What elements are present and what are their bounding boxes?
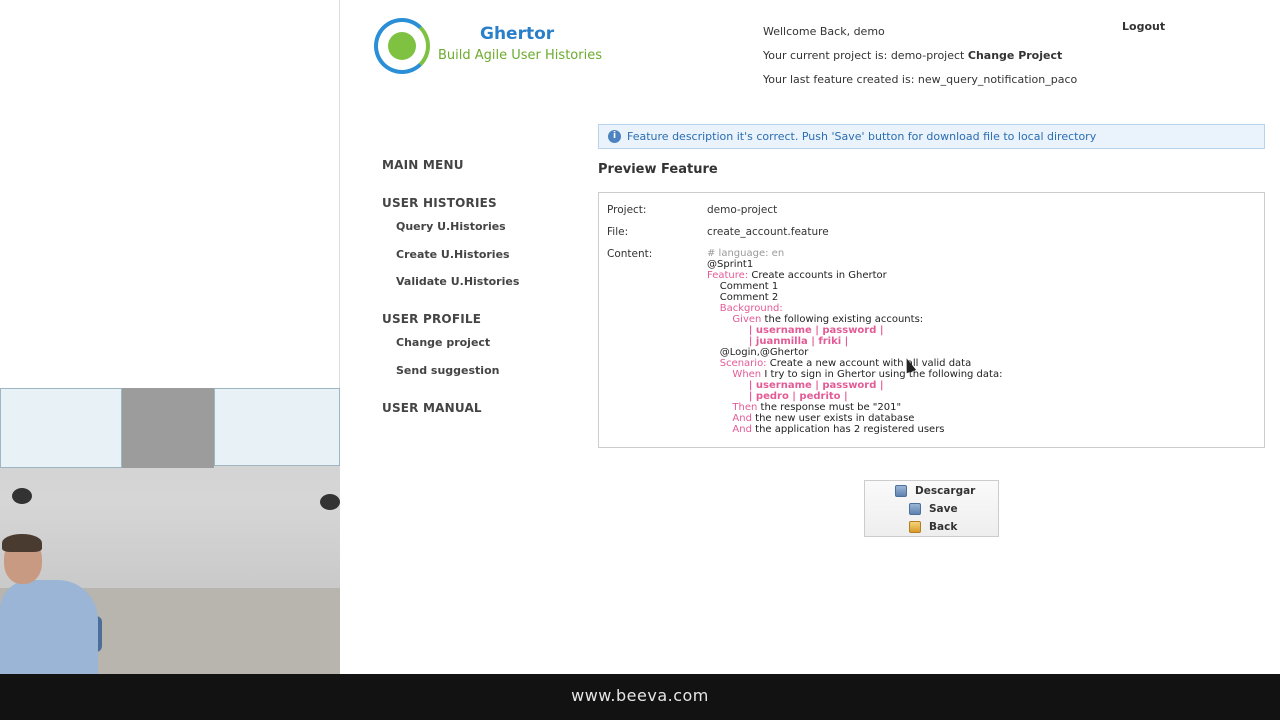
room-screen-right xyxy=(214,388,340,466)
content-line: Create accounts in Ghertor xyxy=(748,270,887,281)
presenter-hair xyxy=(2,534,42,552)
content-table-row: | username | password | xyxy=(707,380,884,391)
content-table-row: | username | password | xyxy=(707,325,884,336)
content-keyword: Background: xyxy=(707,303,783,314)
preview-panel: Project: demo-project File: create_accou… xyxy=(598,192,1265,448)
menu-user-histories[interactable]: USER HISTORIES xyxy=(382,196,497,210)
presenter-body xyxy=(0,580,98,674)
last-feature: Your last feature created is: new_query_… xyxy=(763,73,1078,86)
presenter xyxy=(0,534,100,674)
project-value: demo-project xyxy=(707,204,778,216)
camera-icon xyxy=(12,488,32,504)
content-label: Content: xyxy=(607,248,653,260)
screen: Ghertor Build Agile User Histories Wellc… xyxy=(0,0,1280,720)
content-line: # language: en xyxy=(707,248,785,259)
menu-item-create-histories[interactable]: Create U.Histories xyxy=(382,248,510,261)
footer-bar: www.beeva.com xyxy=(0,674,1280,720)
room-wall xyxy=(122,388,214,468)
current-project: Your current project is: demo-project Ch… xyxy=(763,44,1077,68)
actions-panel: Descargar Save Back xyxy=(864,480,999,537)
content-keyword: Scenario: xyxy=(707,358,767,369)
download-label: Descargar xyxy=(915,485,976,497)
content-line: I try to sign in Ghertor using the follo… xyxy=(761,369,1003,380)
welcome-text: Wellcome Back, demo xyxy=(763,25,885,38)
save-button[interactable]: Save xyxy=(909,503,958,515)
content-line: Create a new account with all valid data xyxy=(766,358,972,369)
content-keyword: Then xyxy=(707,402,758,413)
file-value: create_account.feature xyxy=(707,226,829,238)
back-label: Back xyxy=(929,521,958,533)
change-project-link[interactable]: Change Project xyxy=(968,49,1062,62)
presenter-video xyxy=(0,388,340,674)
content-line: the response must be "201" xyxy=(757,402,902,413)
menu-item-send-suggestion[interactable]: Send suggestion xyxy=(382,364,499,377)
content-table-row: | juanmilla | friki | xyxy=(707,336,849,347)
content-keyword: Feature: xyxy=(707,270,749,281)
info-notice: i Feature description it's correct. Push… xyxy=(598,124,1265,149)
content-keyword: And xyxy=(707,413,752,424)
room-screen-left xyxy=(0,388,122,468)
user-info: Wellcome Back, demo Your current project… xyxy=(763,20,1077,92)
content-line: @Sprint1 xyxy=(707,259,754,270)
content-line: the new user exists in database xyxy=(751,413,915,424)
logout-link[interactable]: Logout xyxy=(1122,20,1165,33)
video-feed-panel xyxy=(0,0,340,674)
content-keyword: Given xyxy=(707,314,762,325)
disk-icon xyxy=(895,485,907,497)
menu-item-query-histories[interactable]: Query U.Histories xyxy=(382,220,506,233)
menu-item-change-project[interactable]: Change project xyxy=(382,336,490,349)
disk-icon xyxy=(909,503,921,515)
video-blank-area xyxy=(0,0,340,388)
menu-user-profile[interactable]: USER PROFILE xyxy=(382,312,481,326)
save-label: Save xyxy=(929,503,958,515)
camera-icon xyxy=(320,494,340,510)
back-icon xyxy=(909,521,921,533)
logo-leaf-icon xyxy=(388,32,416,60)
back-button[interactable]: Back xyxy=(909,521,957,533)
content-keyword: When xyxy=(707,369,762,380)
info-icon: i xyxy=(608,130,621,143)
web-page: Ghertor Build Agile User Histories Wellc… xyxy=(340,0,1280,674)
menu-main[interactable]: MAIN MENU xyxy=(382,158,464,172)
content-line: Comment 2 xyxy=(707,292,779,303)
download-button[interactable]: Descargar xyxy=(895,485,975,497)
feature-content: # language: en @Sprint1 Feature: Create … xyxy=(707,248,1002,435)
logo-subtitle: Build Agile User Histories xyxy=(438,48,602,63)
ghertor-logo[interactable]: Ghertor Build Agile User Histories xyxy=(374,18,602,78)
logo-title: Ghertor xyxy=(480,24,555,44)
content-line: the following existing accounts: xyxy=(761,314,924,325)
notice-text: Feature description it's correct. Push '… xyxy=(627,130,1097,143)
content-keyword: And xyxy=(707,424,752,435)
preview-title: Preview Feature xyxy=(598,162,718,177)
project-label: Project: xyxy=(607,204,647,216)
footer-site: www.beeva.com xyxy=(571,686,709,705)
content-line: the application has 2 registered users xyxy=(751,424,945,435)
content-line: @Login,@Ghertor xyxy=(707,347,809,358)
content-table-row: | pedro | pedrito | xyxy=(707,391,848,402)
content-line: Comment 1 xyxy=(707,281,779,292)
menu-item-validate-histories[interactable]: Validate U.Histories xyxy=(382,275,519,288)
menu-user-manual[interactable]: USER MANUAL xyxy=(382,401,482,415)
current-project-text: Your current project is: demo-project xyxy=(763,49,965,62)
file-label: File: xyxy=(607,226,629,238)
